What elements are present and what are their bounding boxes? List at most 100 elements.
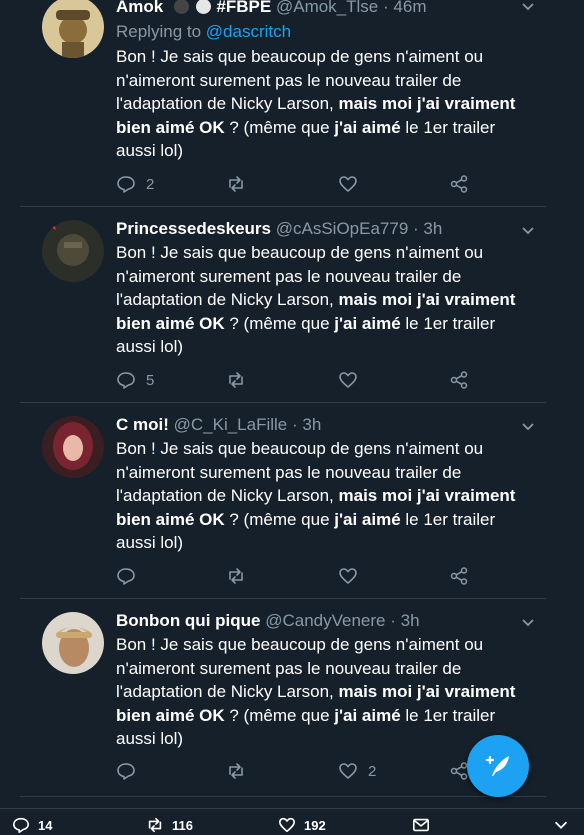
- reply-to-link[interactable]: @dascritch: [206, 22, 291, 41]
- share-button[interactable]: [449, 173, 469, 195]
- share-button[interactable]: [449, 760, 469, 782]
- tweet[interactable]: C moi! @C_Ki_LaFille · 3h Bon ! Je sais …: [20, 402, 546, 599]
- user-handle[interactable]: @cAsSiOpEa779: [276, 219, 409, 238]
- tweet-text-part: ? (même que: [224, 117, 335, 137]
- retweet-icon: [229, 568, 243, 584]
- avatar[interactable]: [42, 220, 104, 282]
- reply-button[interactable]: 2: [116, 173, 154, 195]
- white-circle-emoji-icon: [195, 0, 211, 14]
- retweet-button[interactable]: [226, 565, 256, 587]
- envelope-icon: [412, 818, 430, 832]
- tweet-text: Bon ! Je sais que beaucoup de gens n'aim…: [116, 45, 536, 163]
- avatar-image: [42, 220, 104, 282]
- bottom-reply-button[interactable]: 14: [12, 815, 52, 835]
- replying-to-label: Replying to: [116, 22, 202, 41]
- bottom-retweet-count: 116: [172, 817, 193, 833]
- like-button[interactable]: [338, 369, 368, 391]
- tweet-actions: 5: [116, 369, 476, 391]
- display-name[interactable]: Bonbon qui pique: [116, 611, 260, 630]
- reply-button[interactable]: [116, 565, 146, 587]
- user-handle[interactable]: @Amok_Tlse: [276, 0, 378, 16]
- bottom-reply-count: 14: [38, 817, 53, 833]
- reply-icon: [12, 817, 30, 834]
- reply-button[interactable]: 5: [116, 369, 154, 391]
- tweet-header: Bonbon qui pique @CandyVenere · 3h: [116, 610, 526, 632]
- separator-dot: ·: [390, 611, 396, 630]
- like-button[interactable]: [338, 173, 368, 195]
- user-handle[interactable]: @CandyVenere: [265, 611, 385, 630]
- share-button[interactable]: [449, 369, 469, 391]
- chevron-down-icon[interactable]: [520, 0, 536, 14]
- reply-count: 2: [146, 175, 155, 193]
- share-icon: [450, 762, 468, 780]
- tweet-text: Bon ! Je sais que beaucoup de gens n'aim…: [116, 241, 536, 359]
- reply-icon: [117, 568, 135, 585]
- like-button[interactable]: 2: [338, 760, 376, 782]
- chevron-down-icon[interactable]: [520, 418, 536, 434]
- bottom-message-button[interactable]: [412, 815, 430, 835]
- chevron-down-icon[interactable]: [520, 222, 536, 238]
- like-button[interactable]: [338, 565, 368, 587]
- avatar[interactable]: [42, 0, 104, 58]
- reply-icon: [117, 372, 135, 389]
- tweet-text-part: ? (même que: [224, 705, 335, 725]
- reply-button[interactable]: [116, 760, 146, 782]
- tweet-text: Bon ! Je sais que beaucoup de gens n'aim…: [116, 633, 536, 751]
- separator-dot: ·: [383, 0, 389, 16]
- timestamp[interactable]: 3h: [401, 611, 420, 630]
- tweet-actions: [116, 565, 476, 587]
- like-count: 2: [368, 762, 377, 780]
- compose-icon: [485, 755, 509, 776]
- heart-icon: [339, 763, 357, 779]
- tweet-text-bold: j'ai aimé: [334, 117, 401, 137]
- user-handle[interactable]: @C_Ki_LaFille: [174, 415, 288, 434]
- retweet-icon: [148, 817, 162, 833]
- separator-dot: ·: [292, 415, 298, 434]
- tweet-header: Princessedeskeurs @cAsSiOpEa779 · 3h: [116, 218, 526, 240]
- bottom-more-button[interactable]: [552, 815, 570, 835]
- tweet-actions: 2: [116, 760, 476, 782]
- avatar-image: [42, 612, 104, 674]
- retweet-icon: [229, 372, 243, 388]
- share-icon: [450, 371, 468, 389]
- bottom-action-bar: 14 116 192: [0, 808, 584, 835]
- timestamp[interactable]: 46m: [393, 0, 426, 16]
- replying-to: Replying to @dascritch: [116, 21, 291, 43]
- tweet-text: Bon ! Je sais que beaucoup de gens n'aim…: [116, 437, 536, 555]
- tweet-header: C moi! @C_Ki_LaFille · 3h: [116, 414, 526, 436]
- display-name[interactable]: Amok: [116, 0, 163, 16]
- compose-tweet-button[interactable]: [467, 735, 529, 797]
- avatar[interactable]: [42, 416, 104, 478]
- retweet-icon: [229, 763, 243, 779]
- heart-icon: [339, 372, 357, 388]
- tweet-text-bold: j'ai aimé: [334, 509, 401, 529]
- tweet-text-part: ? (même que: [224, 509, 335, 529]
- retweet-button[interactable]: [226, 369, 256, 391]
- timestamp[interactable]: 3h: [423, 219, 442, 238]
- bottom-like-button[interactable]: 192: [278, 815, 326, 835]
- avatar[interactable]: [42, 612, 104, 674]
- chevron-down-icon[interactable]: [520, 614, 536, 630]
- bottom-like-count: 192: [304, 817, 326, 833]
- tweet[interactable]: Princessedeskeurs @cAsSiOpEa779 · 3h Bon…: [20, 206, 546, 403]
- tweet[interactable]: Amok #FBPE @Amok_Tlse · 46m Replying to …: [20, 0, 546, 207]
- share-icon: [450, 567, 468, 585]
- timestamp[interactable]: 3h: [302, 415, 321, 434]
- reply-count: 5: [146, 371, 155, 389]
- heart-icon: [278, 817, 296, 833]
- reply-icon: [117, 763, 135, 780]
- retweet-button[interactable]: [226, 760, 256, 782]
- share-button[interactable]: [449, 565, 469, 587]
- reply-icon: [117, 176, 135, 193]
- avatar-image: [42, 416, 104, 478]
- retweet-button[interactable]: [226, 173, 256, 195]
- tweet-text-part: ? (même que: [224, 313, 335, 333]
- share-icon: [450, 175, 468, 193]
- name-badge: #FBPE: [216, 0, 272, 16]
- bottom-retweet-button[interactable]: 116: [146, 815, 193, 835]
- display-name[interactable]: C moi!: [116, 415, 169, 434]
- heart-icon: [339, 568, 357, 584]
- display-name[interactable]: Princessedeskeurs: [116, 219, 271, 238]
- avatar-image: [42, 0, 104, 58]
- separator-dot: ·: [413, 219, 419, 238]
